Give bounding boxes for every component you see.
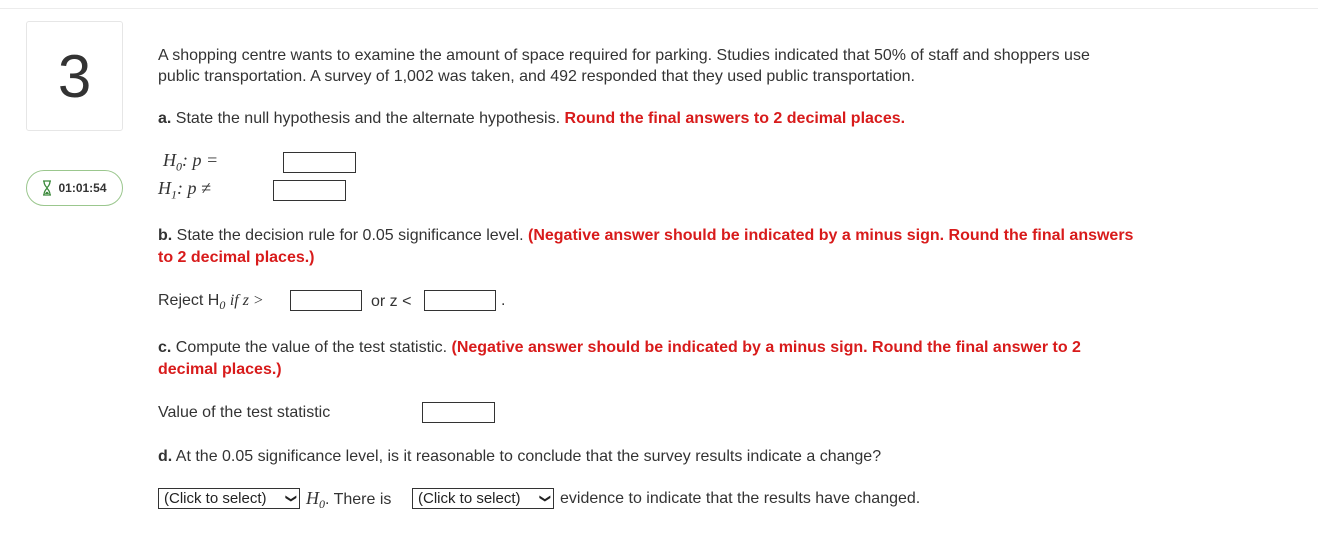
part-b-text: State the decision rule for 0.05 signifi…: [176, 227, 524, 244]
conclusion-select-2[interactable]: (Click to select) ❯: [412, 488, 554, 509]
h0-input[interactable]: [283, 152, 356, 173]
h1-input[interactable]: [273, 180, 346, 201]
intro-line-1: A shopping centre wants to examine the a…: [158, 47, 1090, 64]
part-c-instruction-1: (Negative answer should be indicated by …: [451, 339, 1081, 356]
part-b-prompt-line-1: b. State the decision rule for 0.05 sign…: [158, 225, 1133, 246]
hourglass-icon: [42, 180, 52, 196]
question-number-box: 3: [26, 21, 123, 131]
part-a-label: a.: [158, 110, 172, 127]
part-d-text: At the 0.05 significance level, is it re…: [175, 448, 882, 465]
decision-rule-period: .: [501, 292, 506, 309]
timer-badge: 01:01:54: [26, 170, 123, 206]
part-d-middle: H0. There is: [306, 488, 392, 512]
part-d-prompt: d. At the 0.05 significance level, is it…: [158, 446, 881, 467]
timer-text: 01:01:54: [58, 181, 107, 195]
test-statistic-input[interactable]: [422, 402, 495, 423]
part-a-text: State the null hypothesis and the altern…: [175, 110, 561, 127]
part-a-prompt: a. State the null hypothesis and the alt…: [158, 108, 905, 129]
part-c-instruction-2: decimal places.): [158, 361, 282, 378]
h0-label: H0: p =: [163, 150, 219, 174]
part-c-prompt-line-1: c. Compute the value of the test statist…: [158, 337, 1081, 358]
z-upper-input[interactable]: [290, 290, 362, 311]
part-d-label: d.: [158, 448, 173, 465]
part-b-instruction-2: to 2 decimal places.): [158, 249, 315, 266]
question-number: 3: [57, 42, 92, 110]
decision-rule-row: Reject H0 if z >: [158, 292, 264, 313]
part-c-label: c.: [158, 339, 172, 356]
z-lower-input[interactable]: [424, 290, 496, 311]
or-text: or z <: [371, 293, 412, 310]
part-b-instruction-1: (Negative answer should be indicated by …: [528, 227, 1134, 244]
h1-label: H1: p ≠: [158, 178, 211, 202]
chevron-down-icon: ❯: [538, 493, 551, 504]
top-divider: [0, 8, 1318, 9]
test-statistic-label: Value of the test statistic: [158, 404, 331, 421]
part-b-label: b.: [158, 227, 173, 244]
part-d-end-text: evidence to indicate that the results ha…: [560, 490, 921, 507]
part-a-instruction: Round the final answers to 2 decimal pla…: [564, 110, 906, 127]
intro-line-2: public transportation. A survey of 1,002…: [158, 68, 915, 85]
part-c-text: Compute the value of the test statistic.: [175, 339, 448, 356]
conclusion-select-1[interactable]: (Click to select) ❯: [158, 488, 300, 509]
chevron-down-icon: ❯: [284, 493, 297, 504]
